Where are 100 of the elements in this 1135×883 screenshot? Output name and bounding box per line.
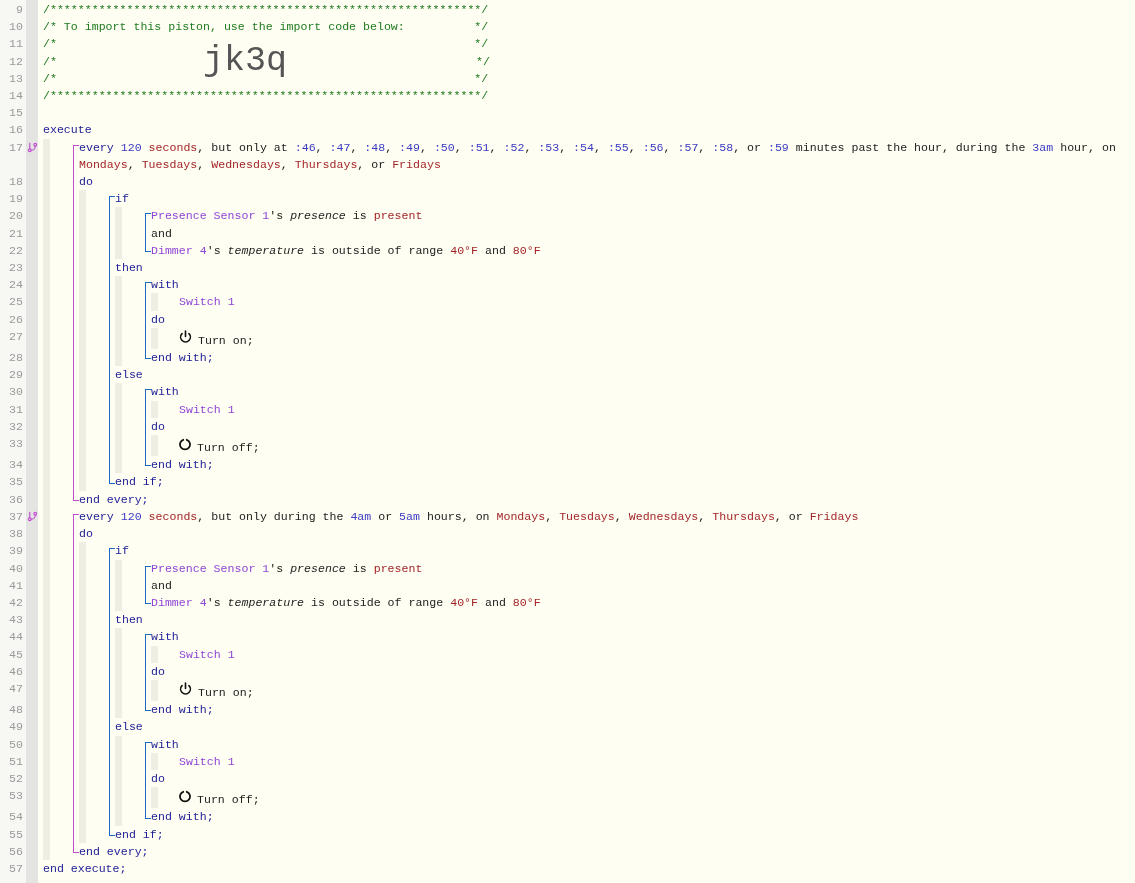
line-number: 21: [9, 226, 23, 240]
line-number: 55: [9, 827, 23, 841]
line-number: 35: [9, 475, 23, 489]
code-line: every 120 seconds, but only at :46, :47, :48, :49, :50, :51, :52, :53, :54, :55, :56, :57, :58, or :59 minutes past the hour, during the 3am hour, on Mondays, Tuesdays, Wednesdays, Thursdays, or Fridays: [79, 140, 1117, 171]
line-number: 47: [9, 681, 23, 695]
code-line: Turn off;: [197, 440, 260, 457]
line-number: 17: [9, 140, 23, 154]
line-number: 28: [9, 351, 23, 365]
comment-text: /**************************************************************/: [43, 3, 489, 16]
code-line: end if;: [115, 475, 164, 489]
code-line: do: [151, 419, 165, 433]
code-line: Switch 1: [179, 647, 235, 661]
code-line: with: [151, 737, 179, 751]
code-line: with: [151, 385, 179, 399]
line-number: 46: [9, 664, 23, 678]
line-number: 33: [9, 437, 23, 451]
code-line: Turn on;: [198, 332, 254, 349]
code-line: then: [115, 261, 143, 275]
line-number: 13: [9, 71, 23, 85]
code-line: every 120 seconds, but only during the 4am or 5am hours, on Mondays, Tuesdays, Wednesdays, Thursdays, or Fridays: [79, 509, 859, 523]
code-line: if: [115, 544, 129, 558]
code-line: do: [79, 175, 93, 189]
code-line: Dimmer 4's temperature is outside of range 40°F and 80°F: [151, 243, 541, 257]
code-line: else: [115, 720, 143, 734]
power-icon: [179, 681, 192, 695]
code-line: with: [151, 630, 179, 644]
line-number: 30: [9, 385, 23, 399]
line-number: 9: [16, 3, 23, 16]
bracket-line: [145, 213, 151, 253]
line-number: 50: [9, 737, 23, 751]
ring-icon: [179, 438, 191, 452]
line-number: 12: [9, 54, 23, 68]
line-number: 25: [9, 295, 23, 309]
power-icon: [179, 329, 192, 343]
line-number: 11: [9, 37, 23, 51]
code-line: Switch 1: [179, 754, 235, 768]
line-number: 48: [9, 703, 23, 717]
line-number: 38: [9, 527, 23, 541]
branch-icon: [26, 141, 38, 153]
line-number: 37: [9, 509, 23, 523]
comment-text: /**************************************************************/: [43, 89, 489, 102]
code-line: end execute;: [43, 861, 127, 875]
code-line: do: [151, 664, 165, 678]
line-number: 45: [9, 647, 23, 661]
code-line: end if;: [115, 827, 164, 841]
line-number: 23: [9, 261, 23, 275]
line-number: 18: [9, 175, 23, 189]
code-line: end with;: [151, 351, 214, 365]
line-number: 36: [9, 492, 23, 506]
line-number: 57: [9, 861, 23, 875]
line-number: 31: [9, 402, 23, 416]
line-number: 22: [9, 243, 23, 257]
code-line: and: [151, 578, 172, 592]
code-line: then: [115, 613, 143, 627]
line-number: 56: [9, 844, 23, 858]
code-line: do: [79, 527, 93, 541]
line-number: 10: [9, 20, 23, 34]
line-number: 16: [9, 123, 23, 137]
code-line: Turn on;: [198, 684, 254, 701]
comment-text: /* To import this piston, use the import code below: */: [43, 20, 489, 34]
line-number: 49: [9, 720, 23, 734]
code-line: else: [115, 368, 143, 382]
code-line: Switch 1: [179, 402, 235, 416]
line-number: 51: [9, 754, 23, 768]
line-number: 34: [9, 458, 23, 472]
code-line: end every;: [79, 844, 149, 858]
branch-icon: [26, 510, 38, 522]
code-line: Presence Sensor 1's presence is present: [151, 561, 423, 575]
line-number: 39: [9, 544, 23, 558]
bracket-line: [145, 565, 151, 605]
ring-icon: [179, 790, 191, 804]
line-number: 42: [9, 595, 23, 609]
line-number: 20: [9, 209, 23, 223]
code-line: do: [151, 312, 165, 326]
line-number: 14: [9, 89, 23, 102]
line-number: 19: [9, 192, 23, 206]
code-line: end every;: [79, 492, 149, 506]
code-line: execute: [43, 123, 92, 137]
line-number: 32: [9, 419, 23, 433]
line-number: 53: [9, 789, 23, 803]
code-line: Presence Sensor 1's presence is present: [151, 209, 423, 223]
line-number: 29: [9, 368, 23, 382]
code-line: and: [151, 226, 172, 240]
comment-text: */: [476, 53, 490, 70]
code-line: do: [151, 771, 165, 785]
line-number: 52: [9, 771, 23, 785]
code-line: Turn off;: [197, 792, 260, 809]
line-number: 15: [9, 106, 23, 120]
code-line: end with;: [151, 810, 214, 824]
code-line: Switch 1: [179, 295, 235, 309]
code-line: end with;: [151, 458, 214, 472]
line-number: 44: [9, 630, 23, 644]
line-number: 40: [9, 561, 23, 575]
comment-text: /*: [43, 53, 57, 70]
line-number: 41: [9, 578, 23, 592]
line-number: 27: [9, 329, 23, 343]
line-number: 43: [9, 613, 23, 627]
code-line: Dimmer 4's temperature is outside of range 40°F and 80°F: [151, 595, 541, 609]
code-line: end with;: [151, 703, 214, 717]
code-line: if: [115, 192, 129, 206]
